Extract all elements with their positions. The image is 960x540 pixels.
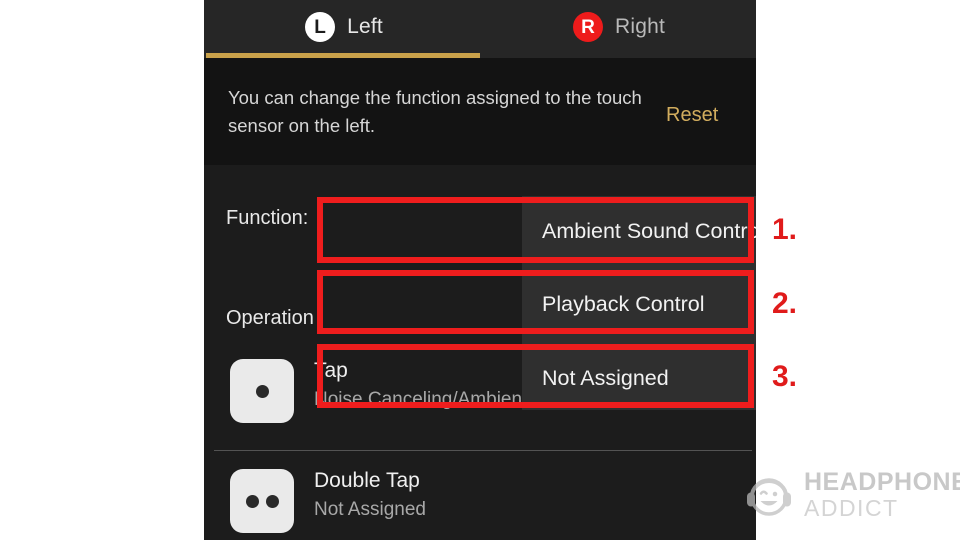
description-strip: You can change the function assigned to … bbox=[204, 58, 756, 165]
page-canvas: L Left R Right You can change the functi… bbox=[0, 0, 960, 540]
list-item[interactable]: Double Tap Not Assigned bbox=[204, 465, 756, 540]
function-dropdown-menu[interactable]: Ambient Sound Control/Quick Access Playb… bbox=[522, 196, 756, 410]
row-divider bbox=[214, 450, 752, 451]
double-tap-icon bbox=[230, 469, 294, 533]
dropdown-option-label: Playback Control bbox=[542, 292, 705, 316]
watermark-text: HEADPHONES ADDICT bbox=[804, 470, 960, 520]
reset-button[interactable]: Reset bbox=[666, 104, 718, 127]
dropdown-option-playback-control[interactable]: Playback Control bbox=[522, 269, 756, 340]
right-earbud-badge-icon: R bbox=[572, 12, 603, 42]
earbud-side-tabbar: L Left R Right bbox=[204, 0, 756, 58]
single-tap-icon bbox=[230, 359, 294, 423]
function-label: Function: bbox=[226, 207, 309, 229]
tab-right[interactable]: R Right bbox=[482, 0, 756, 54]
tab-left[interactable]: L Left bbox=[206, 0, 482, 54]
tap-dot bbox=[245, 494, 259, 508]
tap-dot bbox=[265, 494, 279, 508]
watermark-line-1: HEADPHONES bbox=[804, 468, 960, 496]
watermark: HEADPHONES ADDICT bbox=[744, 470, 960, 520]
tab-right-label: Right bbox=[614, 15, 666, 38]
dropdown-option-not-assigned[interactable]: Not Assigned bbox=[522, 343, 756, 414]
dropdown-option-label: Not Assigned bbox=[542, 366, 669, 390]
description-text: You can change the function assigned to … bbox=[228, 87, 642, 136]
tap-dot bbox=[255, 384, 269, 398]
annotation-number-2: 2. bbox=[772, 287, 798, 320]
annotation-number-3: 3. bbox=[772, 360, 798, 393]
watermark-line-2: ADDICT bbox=[804, 495, 899, 521]
operation-label: Operation bbox=[226, 307, 314, 329]
left-earbud-badge-icon: L bbox=[305, 12, 336, 42]
dropdown-option-ambient-sound-control[interactable]: Ambient Sound Control/Quick Access bbox=[522, 196, 756, 267]
dropdown-option-label: Ambient Sound Control/Quick Access bbox=[542, 219, 756, 243]
list-item-title: Double Tap bbox=[314, 469, 420, 492]
app-screenshot-panel: L Left R Right You can change the functi… bbox=[204, 0, 756, 540]
headphones-face-logo-icon bbox=[747, 478, 791, 516]
tab-left-label: Left bbox=[347, 15, 383, 38]
list-item-subtitle: Not Assigned bbox=[314, 499, 426, 520]
list-item-title: Tap bbox=[314, 359, 348, 382]
annotation-number-1: 1. bbox=[772, 213, 798, 246]
